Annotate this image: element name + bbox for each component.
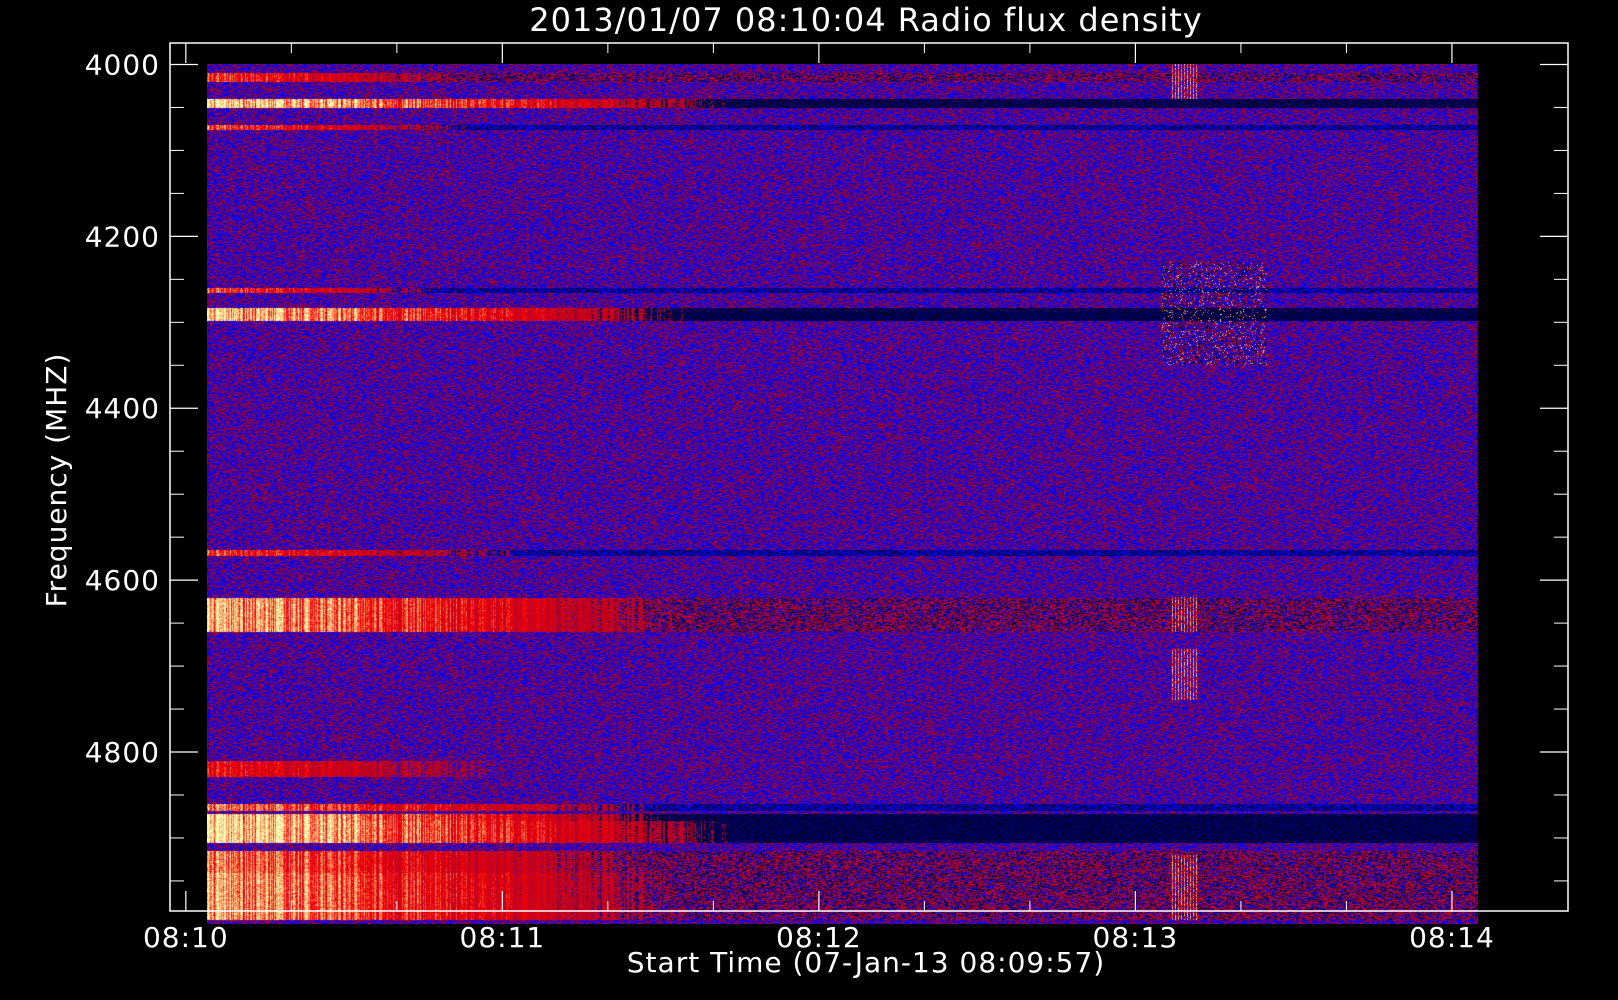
y-tick-label: 4800 xyxy=(85,736,160,769)
spectrogram-raster xyxy=(207,64,1478,924)
y-tick-label: 4400 xyxy=(85,392,160,425)
x-tick-label: 08:10 xyxy=(143,921,229,954)
x-tick-label: 08:11 xyxy=(460,921,546,954)
x-axis-label: Start Time (07-Jan-13 08:09:57) xyxy=(627,946,1105,979)
spectrogram-image xyxy=(207,64,1478,924)
y-axis-label: Frequency (MHZ) xyxy=(40,353,73,608)
spectrogram-chart: 2013/01/07 08:10:04 Radio flux density 0… xyxy=(40,1,1569,979)
y-tick-label: 4600 xyxy=(85,564,160,597)
y-tick-label: 4000 xyxy=(85,48,160,81)
x-tick-label: 08:14 xyxy=(1409,921,1495,954)
chart-title: 2013/01/07 08:10:04 Radio flux density xyxy=(529,1,1202,39)
x-tick-label: 08:13 xyxy=(1093,921,1179,954)
y-tick-label: 4200 xyxy=(85,220,160,253)
